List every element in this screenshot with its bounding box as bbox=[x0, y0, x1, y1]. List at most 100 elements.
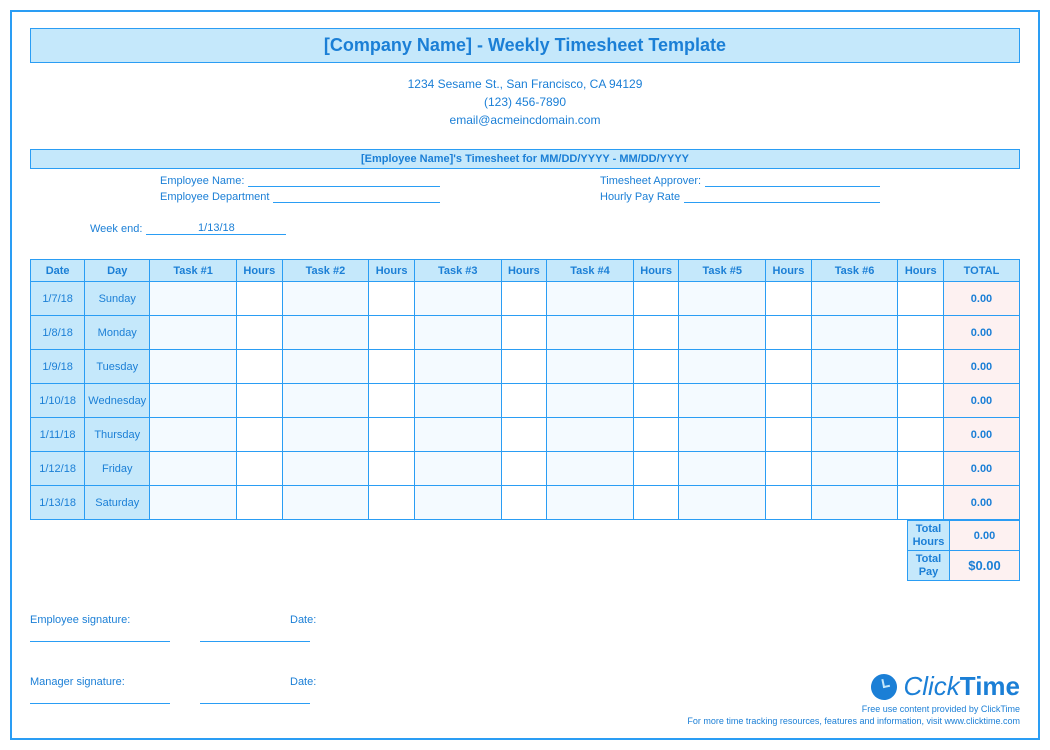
task-cell[interactable] bbox=[547, 282, 634, 316]
hr-cell[interactable] bbox=[633, 316, 679, 350]
hr-cell[interactable] bbox=[633, 350, 679, 384]
hr-cell[interactable] bbox=[633, 384, 679, 418]
hr-cell[interactable] bbox=[501, 452, 547, 486]
task-cell[interactable] bbox=[811, 282, 898, 316]
hr-cell[interactable] bbox=[633, 418, 679, 452]
task-cell[interactable] bbox=[547, 452, 634, 486]
task-cell[interactable] bbox=[414, 350, 501, 384]
hr-cell[interactable] bbox=[237, 418, 283, 452]
task-cell[interactable] bbox=[414, 316, 501, 350]
hr-cell[interactable] bbox=[369, 418, 415, 452]
task-cell[interactable] bbox=[414, 486, 501, 520]
employee-dept-field[interactable] bbox=[273, 189, 440, 203]
hr-cell[interactable] bbox=[369, 486, 415, 520]
hr-cell[interactable] bbox=[766, 282, 812, 316]
task-cell[interactable] bbox=[282, 350, 369, 384]
hr-cell[interactable] bbox=[237, 282, 283, 316]
employee-signature-line[interactable] bbox=[30, 628, 170, 642]
hr-cell[interactable] bbox=[633, 282, 679, 316]
hr-cell[interactable] bbox=[898, 316, 944, 350]
manager-signature-line[interactable] bbox=[30, 690, 170, 704]
task-cell[interactable] bbox=[282, 282, 369, 316]
employee-sig-date-line[interactable] bbox=[200, 628, 310, 642]
week-end-field[interactable]: 1/13/18 bbox=[146, 221, 286, 235]
company-address: 1234 Sesame St., San Francisco, CA 94129 bbox=[30, 75, 1020, 93]
task-cell[interactable] bbox=[679, 350, 766, 384]
hr-cell[interactable] bbox=[898, 452, 944, 486]
signature-block: Employee signature: Date: Manager signat… bbox=[30, 606, 320, 704]
task-cell[interactable] bbox=[811, 418, 898, 452]
hr-cell[interactable] bbox=[237, 384, 283, 418]
task-cell[interactable] bbox=[679, 316, 766, 350]
hr-cell[interactable] bbox=[766, 350, 812, 384]
hr-cell[interactable] bbox=[766, 384, 812, 418]
task-cell[interactable] bbox=[547, 350, 634, 384]
task-cell[interactable] bbox=[150, 452, 237, 486]
hr-cell[interactable] bbox=[369, 350, 415, 384]
task-cell[interactable] bbox=[811, 316, 898, 350]
hr-cell[interactable] bbox=[369, 384, 415, 418]
task-cell[interactable] bbox=[547, 384, 634, 418]
hr-cell[interactable] bbox=[898, 486, 944, 520]
task-cell[interactable] bbox=[150, 350, 237, 384]
task-cell[interactable] bbox=[679, 486, 766, 520]
task-cell[interactable] bbox=[150, 486, 237, 520]
hr-cell[interactable] bbox=[501, 486, 547, 520]
hr-cell[interactable] bbox=[369, 316, 415, 350]
hourly-rate-field[interactable] bbox=[684, 189, 880, 203]
hr-cell[interactable] bbox=[898, 418, 944, 452]
task-cell[interactable] bbox=[811, 486, 898, 520]
hr-cell[interactable] bbox=[501, 418, 547, 452]
hr-cell[interactable] bbox=[237, 452, 283, 486]
hourly-rate-label: Hourly Pay Rate bbox=[600, 191, 680, 203]
task-cell[interactable] bbox=[150, 418, 237, 452]
hr-cell[interactable] bbox=[766, 486, 812, 520]
hr-cell[interactable] bbox=[501, 282, 547, 316]
hr-cell[interactable] bbox=[501, 316, 547, 350]
hr-cell[interactable] bbox=[369, 282, 415, 316]
task-cell[interactable] bbox=[282, 316, 369, 350]
brand-line2: For more time tracking resources, featur… bbox=[687, 716, 1020, 726]
hr-cell[interactable] bbox=[898, 350, 944, 384]
task-cell[interactable] bbox=[414, 384, 501, 418]
hr-cell[interactable] bbox=[766, 316, 812, 350]
task-cell[interactable] bbox=[679, 418, 766, 452]
task-cell[interactable] bbox=[547, 418, 634, 452]
hr-cell[interactable] bbox=[766, 452, 812, 486]
task-cell[interactable] bbox=[150, 282, 237, 316]
hr-cell[interactable] bbox=[766, 418, 812, 452]
hr-cell[interactable] bbox=[633, 452, 679, 486]
task-cell[interactable] bbox=[811, 452, 898, 486]
task-cell[interactable] bbox=[282, 384, 369, 418]
task-cell[interactable] bbox=[679, 384, 766, 418]
hr-cell[interactable] bbox=[898, 384, 944, 418]
task-cell[interactable] bbox=[547, 316, 634, 350]
hr-cell[interactable] bbox=[237, 316, 283, 350]
task-cell[interactable] bbox=[679, 282, 766, 316]
task-cell[interactable] bbox=[811, 350, 898, 384]
hr-cell[interactable] bbox=[369, 452, 415, 486]
task-cell[interactable] bbox=[414, 452, 501, 486]
task-cell[interactable] bbox=[282, 452, 369, 486]
hr-cell[interactable] bbox=[237, 350, 283, 384]
hr-cell[interactable] bbox=[237, 486, 283, 520]
task-cell[interactable] bbox=[679, 452, 766, 486]
task-cell[interactable] bbox=[150, 384, 237, 418]
employee-name-field[interactable] bbox=[248, 173, 440, 187]
task-cell[interactable] bbox=[414, 418, 501, 452]
hr-cell[interactable] bbox=[633, 486, 679, 520]
task-cell[interactable] bbox=[811, 384, 898, 418]
day-cell: Friday bbox=[85, 452, 150, 486]
approver-field[interactable] bbox=[705, 173, 880, 187]
task-cell[interactable] bbox=[282, 486, 369, 520]
hr-cell[interactable] bbox=[501, 350, 547, 384]
task-cell[interactable] bbox=[414, 282, 501, 316]
task-cell[interactable] bbox=[150, 316, 237, 350]
col-task4: Task #4 bbox=[547, 260, 634, 282]
hr-cell[interactable] bbox=[898, 282, 944, 316]
hr-cell[interactable] bbox=[501, 384, 547, 418]
manager-sig-date-line[interactable] bbox=[200, 690, 310, 704]
task-cell[interactable] bbox=[282, 418, 369, 452]
task-cell[interactable] bbox=[547, 486, 634, 520]
table-row: 1/13/18Saturday0.00 bbox=[31, 486, 1020, 520]
